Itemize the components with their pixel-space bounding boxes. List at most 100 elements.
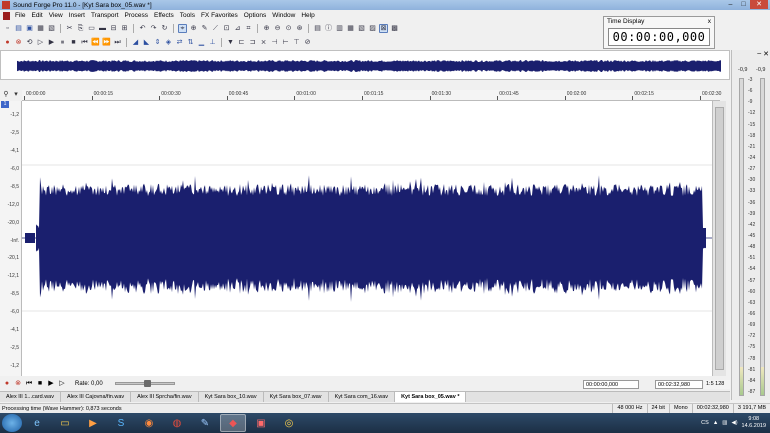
volume-icon[interactable]: ◈ <box>164 38 173 47</box>
selection-start-field[interactable]: 00:00:00,000 <box>583 380 639 389</box>
snap-to-zero-icon[interactable]: ⊢ <box>281 38 290 47</box>
play-all-icon[interactable]: ▷ <box>58 380 66 388</box>
tab-document[interactable]: Kyt Sara box_10.wav <box>199 392 264 402</box>
overview-bar[interactable] <box>0 50 730 80</box>
tab-document-active[interactable]: Kyt Sara box_05.wav * <box>395 392 467 402</box>
tab-document[interactable]: Alex III Sprcha/fin.wav <box>131 392 199 402</box>
peak-right[interactable]: -0,9 <box>756 67 765 73</box>
tab-document[interactable]: Alex III Cajovna/fin.wav <box>61 392 132 402</box>
menu-file[interactable]: File <box>15 12 25 19</box>
properties-icon[interactable]: ⓘ <box>324 24 333 33</box>
tray-arrow-icon[interactable]: ▲ <box>713 420 718 426</box>
loop-region-icon[interactable]: ⊐ <box>248 38 257 47</box>
vertical-zoom-scrollbar[interactable] <box>712 101 726 376</box>
media-player-icon[interactable]: ▶ <box>80 414 106 432</box>
reverse-icon[interactable]: ⇄ <box>175 38 184 47</box>
go-to-end-icon[interactable]: ⏭ <box>113 38 122 47</box>
hardware-meters-icon[interactable]: ▨ <box>368 24 377 33</box>
close-button[interactable]: ✕ <box>750 0 768 9</box>
region-icon[interactable]: ⊏ <box>237 38 246 47</box>
open-file-icon[interactable]: ▤ <box>14 24 23 33</box>
invert-icon[interactable]: ⇅ <box>186 38 195 47</box>
normalize-icon[interactable]: ⇕ <box>153 38 162 47</box>
cut-icon[interactable]: ✂ <box>65 24 74 33</box>
menu-options[interactable]: Options <box>244 12 266 19</box>
plugin-chooser-icon[interactable]: ▧ <box>357 24 366 33</box>
volume-icon[interactable]: ◀) <box>731 420 737 426</box>
document-icon[interactable] <box>3 11 10 20</box>
tab-document[interactable]: Kyt Sara box_07.wav <box>264 392 329 402</box>
file-explorer-icon[interactable]: ▭ <box>52 414 78 432</box>
paste-icon[interactable]: ▭ <box>87 24 96 33</box>
menu-process[interactable]: Process <box>125 12 148 19</box>
loop-playback-icon[interactable]: ⊗ <box>14 380 22 388</box>
paste-special-icon[interactable]: ⊞ <box>120 24 129 33</box>
firefox-icon[interactable]: ◉ <box>136 414 162 432</box>
play-all-icon[interactable]: ▷ <box>36 38 45 47</box>
mute-icon[interactable]: ⊘ <box>303 38 312 47</box>
magnify-tool-icon[interactable]: ⊕ <box>189 24 198 33</box>
scrollbar-thumb[interactable] <box>715 107 724 370</box>
undo-icon[interactable]: ↶ <box>138 24 147 33</box>
stop-icon[interactable]: ■ <box>36 380 44 388</box>
utility-icon[interactable]: ▣ <box>248 414 274 432</box>
paint-icon[interactable]: ✎ <box>192 414 218 432</box>
marker-icon[interactable]: ▼ <box>226 38 235 47</box>
network-icon[interactable]: ▥ <box>722 420 727 426</box>
media-app-icon[interactable]: ◍ <box>164 414 190 432</box>
zoom-normal-icon[interactable]: ⊙ <box>284 24 293 33</box>
snap-icon[interactable]: ⌗ <box>244 24 253 33</box>
pause-icon[interactable]: ⏸ <box>58 38 67 47</box>
render-icon[interactable]: ▧ <box>47 24 56 33</box>
fade-in-icon[interactable]: ◢ <box>131 38 140 47</box>
sample-rate[interactable]: 48 000 Hz <box>612 404 646 413</box>
selection-length-field[interactable]: 00:02:32,980 <box>655 380 703 389</box>
menu-transport[interactable]: Transport <box>91 12 119 19</box>
meter-close-icon[interactable]: ✕ <box>763 50 769 66</box>
stop-record-icon[interactable]: ⊗ <box>14 38 23 47</box>
mix-icon[interactable]: ▬ <box>98 24 107 33</box>
play-icon[interactable]: ▶ <box>47 380 55 388</box>
split-icon[interactable]: ⊣ <box>270 38 279 47</box>
metadata-icon[interactable]: ▤ <box>313 24 322 33</box>
tab-document[interactable]: Alex III 1...card.wav <box>0 392 61 402</box>
zoom-in-icon[interactable]: ⊕ <box>262 24 271 33</box>
fade-out-icon[interactable]: ◣ <box>142 38 151 47</box>
chrome-icon[interactable]: ◎ <box>276 414 302 432</box>
redo-icon[interactable]: ↷ <box>149 24 158 33</box>
copy-icon[interactable]: ⎘ <box>76 24 85 33</box>
menu-fx-favorites[interactable]: FX Favorites <box>201 12 238 19</box>
play-icon[interactable]: ▶ <box>47 38 56 47</box>
channel-mode[interactable]: Mono <box>668 404 692 413</box>
spectrum-icon[interactable]: ▩ <box>390 24 399 33</box>
event-tool-icon[interactable]: ⊡ <box>222 24 231 33</box>
peak-left[interactable]: -0,9 <box>738 67 747 73</box>
rate-slider[interactable] <box>115 380 175 387</box>
menu-help[interactable]: Help <box>301 12 314 19</box>
repeat-icon[interactable]: ↻ <box>160 24 169 33</box>
zoom-selection-icon[interactable]: ⊛ <box>295 24 304 33</box>
waveform-view[interactable] <box>22 101 712 376</box>
menu-view[interactable]: View <box>49 12 63 19</box>
language-indicator[interactable]: CS <box>701 420 709 426</box>
save-all-icon[interactable]: ▦ <box>36 24 45 33</box>
record-icon[interactable]: ● <box>3 380 11 388</box>
bit-depth[interactable]: 24 bit <box>646 404 669 413</box>
go-to-start-icon[interactable]: ⏮ <box>80 38 89 47</box>
go-to-start-icon[interactable]: ⏮ <box>25 380 33 388</box>
forward-icon[interactable]: ⏩ <box>102 38 111 47</box>
regions-icon[interactable]: ▦ <box>346 24 355 33</box>
record-icon[interactable]: ● <box>3 38 12 47</box>
rewind-icon[interactable]: ⏪ <box>91 38 100 47</box>
envelope-tool-icon[interactable]: ⟋ <box>211 24 220 33</box>
channel-icon[interactable]: ▾ <box>12 91 20 99</box>
minimize-button[interactable]: – <box>724 0 737 9</box>
clock[interactable]: 9:08 14.6.2019 <box>742 416 766 430</box>
save-icon[interactable]: ▣ <box>25 24 34 33</box>
scrub-tool-icon[interactable]: ⊿ <box>233 24 242 33</box>
zoom-out-icon[interactable]: ⊖ <box>273 24 282 33</box>
menu-window[interactable]: Window <box>272 12 295 19</box>
time-ruler[interactable]: 00:00:00 00:00:15 00:00:30 00:00:45 00:01:00… <box>22 90 721 101</box>
trim-icon[interactable]: ⊟ <box>109 24 118 33</box>
meter-minimize-icon[interactable]: – <box>757 50 761 66</box>
